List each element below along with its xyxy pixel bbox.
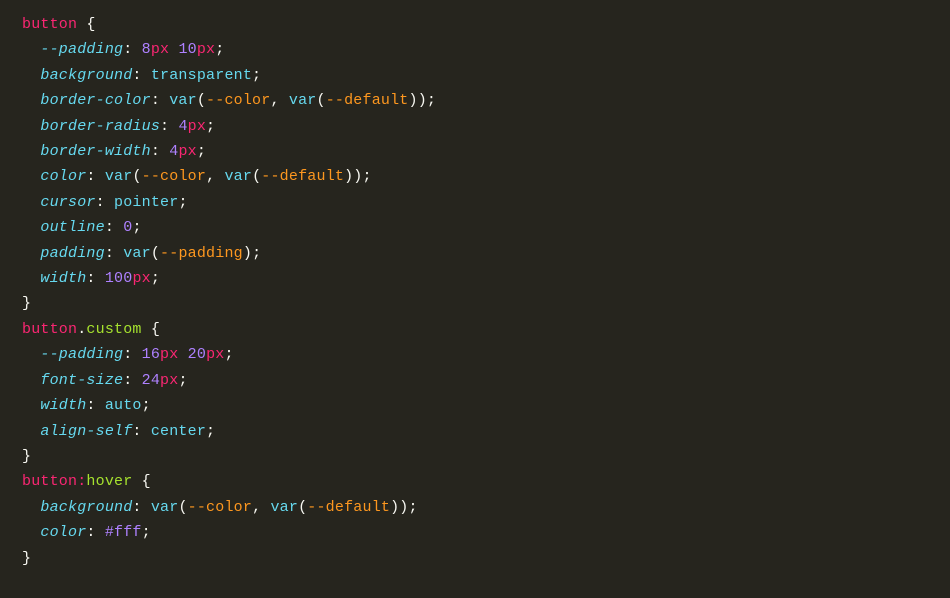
css-code-block: button { --padding: 8px 10px; background… [22, 12, 928, 571]
